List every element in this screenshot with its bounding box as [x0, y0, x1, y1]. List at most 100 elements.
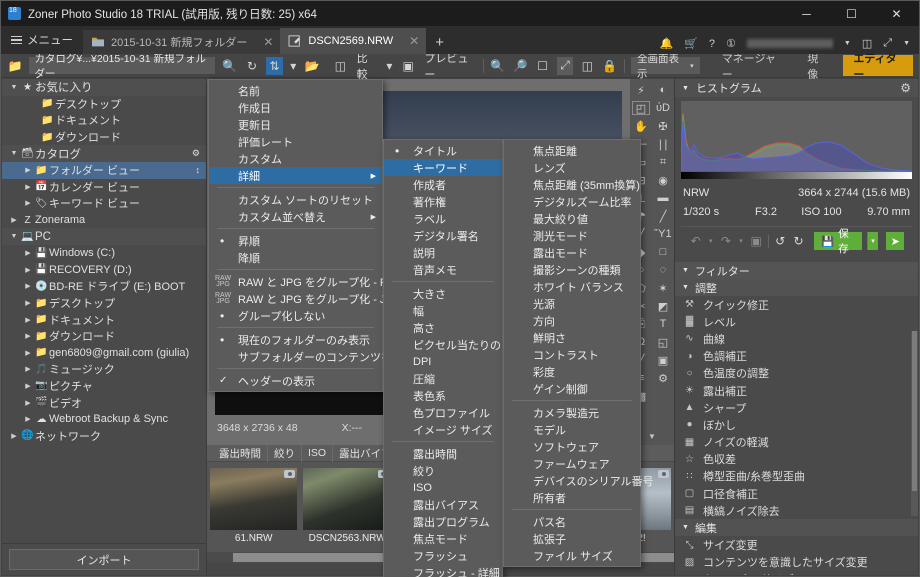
zoom-in-icon[interactable]: 🔍 — [490, 57, 506, 75]
tree-item-17[interactable]: ▶ 🎵 ミュージック — [2, 361, 206, 378]
frame-icon[interactable]: ◱ — [652, 333, 674, 351]
sort-handle-icon[interactable]: ↕ — [196, 165, 207, 175]
sort-menu-item-5[interactable]: 詳細 ▶ — [209, 167, 382, 184]
detail-menu2-item-7[interactable]: 撮影シーンの種類 — [504, 261, 640, 278]
detail-menu2-item-11[interactable]: 鮮明さ — [504, 329, 640, 346]
tree-item-8[interactable]: ▶ Z Zonerama — [2, 212, 206, 229]
detail-menu2-item-19[interactable]: ファームウェア — [504, 455, 640, 472]
sort-menu-item-11[interactable]: 降順 — [209, 249, 382, 266]
tree-item-13[interactable]: ▶ 📁 デスクトップ — [2, 295, 206, 312]
path-field[interactable]: カタログ¥...¥2015-10-31 新規フォルダー — [29, 53, 216, 80]
detail-menu2-item-21[interactable]: 所有者 — [504, 489, 640, 506]
sort-menu-item-14[interactable]: RAW JPG RAW と JPG をグループ化 - JPG 優先 — [209, 290, 426, 307]
square-icon[interactable]: □ — [652, 243, 674, 261]
tool-strip-collapse[interactable]: ▼ — [648, 432, 656, 445]
chevron-right-icon[interactable]: ▶ — [22, 266, 34, 274]
filter-item[interactable]: ◑ 色調補正 — [675, 348, 918, 365]
chevron-down-icon[interactable]: ▼ — [8, 84, 20, 91]
filter-item[interactable]: ☆ 色収差 — [675, 451, 918, 468]
save-caret[interactable]: ▾ — [866, 232, 879, 250]
chevron-right-icon[interactable]: ▶ — [22, 299, 34, 307]
tree-item-4[interactable]: ▼ 🗃 カタログ ⚙ — [2, 145, 206, 162]
detail-menu2-item-14[interactable]: ゲイン制御 — [504, 380, 640, 397]
chevron-right-icon[interactable]: ▶ — [22, 332, 34, 340]
sort-menu-item-0[interactable]: 名前 — [209, 82, 382, 99]
sort-menu-item-2[interactable]: 更新日 — [209, 116, 382, 133]
preview-icon[interactable]: ▣ — [400, 57, 416, 75]
sort-menu-item-3[interactable]: 評価レート — [209, 133, 382, 150]
tab-image[interactable]: DSCN2569.NRW ✕ — [280, 28, 427, 54]
tree-item-0[interactable]: ▼ ★ お気に入り — [2, 79, 206, 96]
transform-icon[interactable]: ✠ — [652, 117, 674, 135]
detail-menu-item-20[interactable]: 絞り — [384, 462, 502, 479]
zoom-out-icon[interactable]: 🔎 — [512, 57, 528, 75]
detail-menu-item-1[interactable]: キーワード — [384, 159, 502, 176]
detail-menu2-item-0[interactable]: 焦点距離 — [504, 142, 640, 159]
hand-icon[interactable]: ✋ — [630, 117, 652, 135]
tab-image-close[interactable]: ✕ — [409, 34, 419, 48]
filter-item[interactable]: ▲ シャープ — [675, 399, 918, 416]
detail-menu2-item-2[interactable]: 焦点距離 (35mm換算) — [504, 176, 640, 193]
filter-item[interactable]: ▦ ノイズの軽減 — [675, 434, 918, 451]
chevron-right-icon[interactable]: ▶ — [22, 249, 34, 257]
chevron-right-icon[interactable]: ▶ — [22, 199, 34, 207]
mode-develop[interactable]: 現像 — [797, 53, 837, 81]
sort-menu-item-20[interactable]: ✓ ヘッダーの表示 — [209, 372, 382, 389]
tree-item-12[interactable]: ▶ 💿 BD-RE ドライブ (E:) BOOT — [2, 278, 206, 295]
tree-item-14[interactable]: ▶ 📁 ドキュメント — [2, 311, 206, 328]
compare-icon[interactable]: ▣ — [750, 234, 763, 248]
tree-item-5[interactable]: ▶ 📁 フォルダー ビュー ↕ — [2, 161, 207, 179]
dodge-icon[interactable]: ╱ — [652, 207, 674, 225]
detail-menu2-item-24[interactable]: 拡張子 — [504, 530, 640, 547]
tree-item-18[interactable]: ▶ 📷 ピクチャ — [2, 378, 206, 395]
account-icon[interactable]: ① — [726, 37, 736, 50]
tree-item-21[interactable]: ▶ 🌐 ネットワーク — [2, 427, 206, 444]
import-button[interactable]: インポート — [9, 549, 199, 570]
rotate-left-icon[interactable]: ↺ — [774, 234, 787, 248]
sort-menu-item-18[interactable]: サブフォルダーのコンテンツを表示 — [209, 348, 414, 365]
actual-size-icon[interactable]: ⤢ — [556, 56, 574, 75]
tree-item-15[interactable]: ▶ 📁 ダウンロード — [2, 328, 206, 345]
up-folder-icon[interactable]: 📁 — [7, 57, 23, 75]
tree-item-7[interactable]: ▶ 🏷 キーワード ビュー — [2, 195, 206, 212]
detail-menu-item-10[interactable]: 幅 — [384, 302, 502, 319]
tree-item-16[interactable]: ▶ 📁 gen6809@gmail.com (giulia) — [2, 345, 206, 362]
lock-icon[interactable]: 🔒 — [602, 57, 618, 75]
sort-menu-item-4[interactable]: カスタム — [209, 150, 382, 167]
filter-item[interactable]: ⚒ クイック修正 — [675, 296, 918, 313]
filter-item[interactable]: ▨ コンテンツを意識したサイズ変更 — [675, 554, 918, 571]
detail-menu2-item-20[interactable]: デバイスのシリアル番号 — [504, 472, 654, 489]
lasso-icon[interactable]: ◌ — [652, 261, 674, 279]
detail-menu-item-19[interactable]: 露出時間 — [384, 445, 502, 462]
sort-menu-item-8[interactable]: カスタム並べ替え ▶ — [209, 208, 382, 225]
undo-caret[interactable]: ▾ — [707, 237, 714, 245]
sort-icon[interactable]: ⇅ — [266, 56, 283, 75]
gear-icon[interactable]: ⚙ — [192, 148, 206, 159]
grid-icon[interactable]: ⌗ — [652, 153, 674, 171]
detail-menu2-item-18[interactable]: ソフトウェア — [504, 438, 640, 455]
detail-menu-item-3[interactable]: 著作権 — [384, 193, 502, 210]
detail-menu2-item-4[interactable]: 最大絞り値 — [504, 210, 640, 227]
tree-item-1[interactable]: 📁 デスクトップ — [2, 96, 206, 113]
chevron-right-icon[interactable]: ▶ — [22, 183, 34, 191]
tree-item-9[interactable]: ▼ 💻 PC — [2, 228, 206, 245]
filter-item[interactable]: ▓ レベル — [675, 313, 918, 330]
filter-item[interactable]: ☀ 露出補正 — [675, 382, 918, 399]
chevron-right-icon[interactable]: ▶ — [22, 382, 34, 390]
detail-menu-item-24[interactable]: 焦点モード — [384, 530, 502, 547]
tree-item-6[interactable]: ▶ 📅 カレンダー ビュー — [2, 179, 206, 196]
chevron-down-icon[interactable]: ▼ — [8, 233, 20, 240]
detail-menu2-item-16[interactable]: カメラ製造元 — [504, 404, 640, 421]
share-icon[interactable]: ➤ — [886, 232, 904, 250]
refresh-icon[interactable]: ↻ — [244, 57, 260, 75]
chevron-right-icon[interactable]: ▶ — [22, 166, 34, 174]
rotate-right-icon[interactable]: ↻ — [792, 234, 805, 248]
add-folder-icon[interactable]: 📂 — [304, 57, 320, 75]
detail-menu-item-14[interactable]: 圧縮 — [384, 370, 502, 387]
detail-menu2-item-17[interactable]: モデル — [504, 421, 640, 438]
expand-caret[interactable]: ▼ — [903, 40, 910, 47]
detail-menu-item-13[interactable]: DPI — [384, 353, 502, 370]
detail-menu-item-23[interactable]: 露出プログラム — [384, 513, 502, 530]
right-panel-scrollbar[interactable] — [911, 331, 918, 516]
sort-menu-item-1[interactable]: 作成日 — [209, 99, 382, 116]
